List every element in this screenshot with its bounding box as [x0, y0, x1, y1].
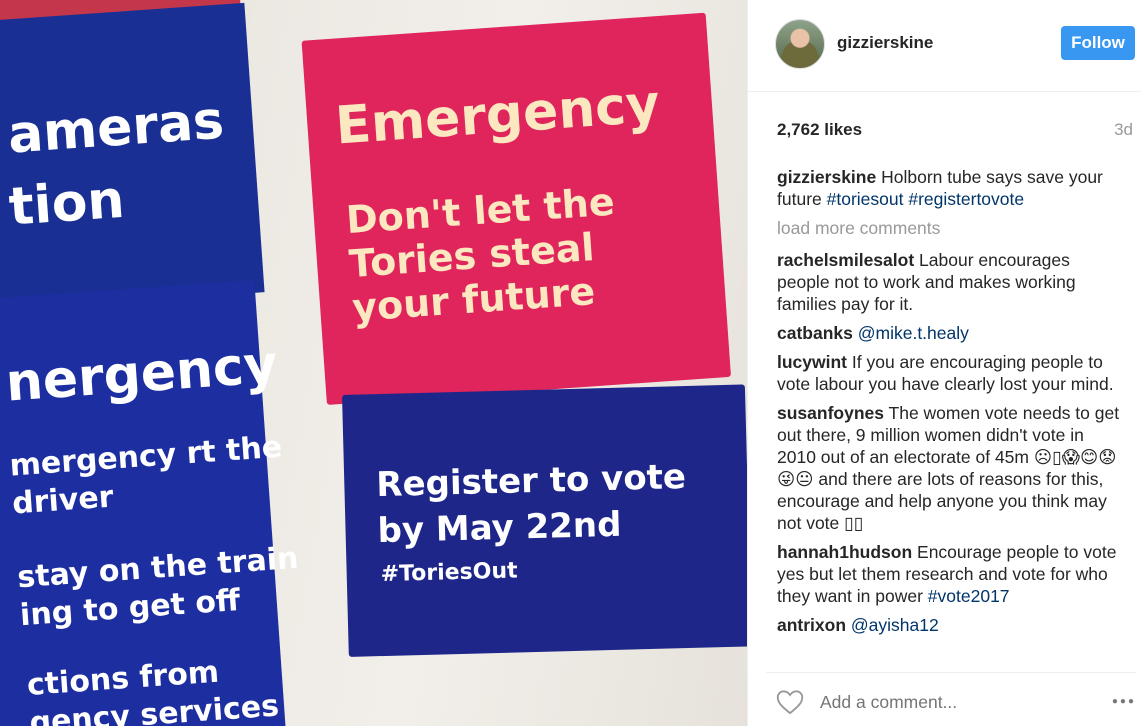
- poster-body: Don't let the Tories steal your future: [344, 179, 616, 330]
- poster-text: ameras: [5, 90, 226, 166]
- poster-text: tion: [6, 169, 127, 238]
- avatar[interactable]: [775, 19, 825, 69]
- mention-link[interactable]: @mike.t.healy: [858, 323, 969, 343]
- comment-item: catbanks @mike.t.healy: [777, 322, 1122, 344]
- comment-username[interactable]: rachelsmilesalot: [777, 250, 914, 270]
- comment-username[interactable]: gizzierskine: [777, 167, 876, 187]
- username-link[interactable]: gizzierskine: [837, 33, 933, 53]
- load-more-comments-link[interactable]: load more comments: [777, 217, 1122, 239]
- post-header: gizzierskine Follow: [748, 0, 1141, 92]
- mention-link[interactable]: @ayisha12: [851, 615, 939, 635]
- post-sidebar: gizzierskine Follow 2,762 likes 3d gizzi…: [747, 0, 1141, 726]
- follow-button[interactable]: Follow: [1061, 26, 1135, 60]
- comment-item: antrixon @ayisha12: [777, 614, 1122, 636]
- poster-heading: Emergency: [333, 74, 662, 157]
- post-photo[interactable]: ameras tion nergency mergency rt the dri…: [0, 0, 747, 726]
- poster-body: Register to vote by May 22nd: [375, 457, 687, 552]
- pink-emergency-poster: Emergency Don't let the Tories steal you…: [301, 12, 732, 405]
- blue-poster-top: ameras tion: [0, 2, 265, 312]
- comment-username[interactable]: antrixon: [777, 615, 846, 635]
- poster-hashtag: #ToriesOut: [380, 558, 518, 588]
- hashtag-link[interactable]: #toriesout: [827, 189, 904, 209]
- poster-text: mergency rt the driver: [8, 429, 284, 522]
- blue-poster-left: nergency mergency rt the driver stay on …: [0, 280, 299, 726]
- likes-count[interactable]: 2,762 likes: [777, 120, 862, 140]
- hashtag-link[interactable]: #registertovote: [908, 189, 1024, 209]
- hashtag-link[interactable]: #vote2017: [928, 586, 1010, 606]
- caption: gizzierskine Holborn tube says save your…: [777, 166, 1122, 210]
- poster-text: stay on the train ing to get off: [16, 540, 300, 634]
- add-comment-input[interactable]: [820, 692, 1040, 713]
- poster-text: ctions from gency services: [25, 654, 281, 726]
- comment-bar: ●●●: [766, 672, 1136, 726]
- heart-icon[interactable]: [776, 689, 804, 715]
- comment-username[interactable]: susanfoynes: [777, 403, 884, 423]
- comment-username[interactable]: lucywint: [777, 352, 847, 372]
- comment-list[interactable]: gizzierskine Holborn tube says save your…: [777, 166, 1122, 659]
- poster-heading: nergency: [3, 334, 280, 414]
- post-age[interactable]: 3d: [1114, 120, 1133, 140]
- comment-username[interactable]: catbanks: [777, 323, 853, 343]
- comment-item: hannah1hudson Encourage people to vote y…: [777, 541, 1122, 607]
- comment-item: susanfoynes The women vote needs to get …: [777, 402, 1122, 534]
- comment-username[interactable]: hannah1hudson: [777, 542, 912, 562]
- navy-register-poster: Register to vote by May 22nd #ToriesOut: [342, 384, 747, 657]
- comment-item: rachelsmilesalot Labour encourages peopl…: [777, 249, 1122, 315]
- comment-item: lucywint If you are encouraging people t…: [777, 351, 1122, 395]
- more-options-icon[interactable]: ●●●: [1112, 696, 1136, 707]
